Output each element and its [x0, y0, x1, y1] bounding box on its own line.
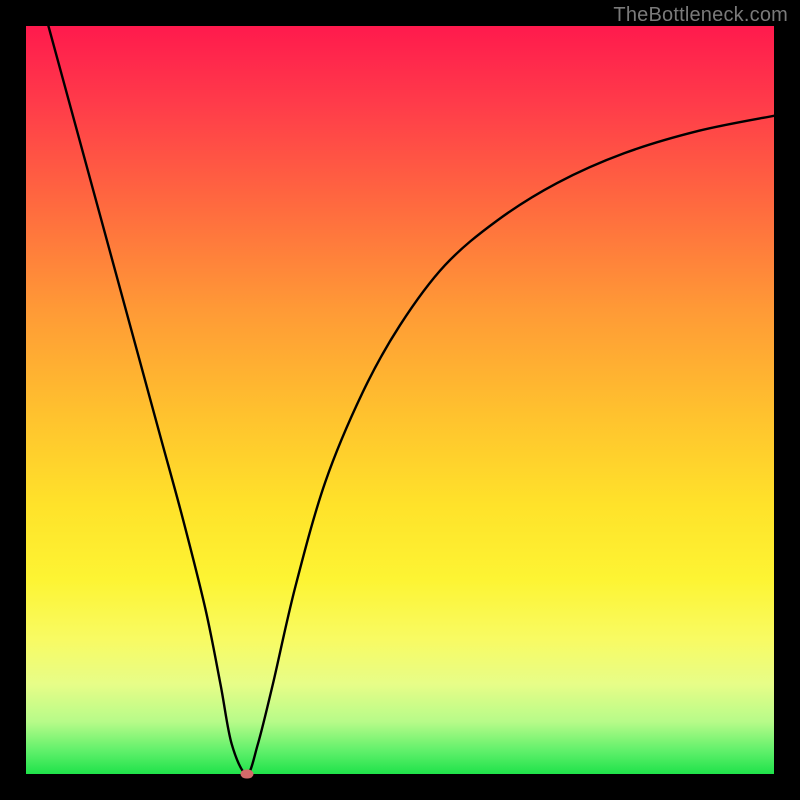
minimum-marker — [240, 770, 253, 779]
bottleneck-curve — [48, 26, 774, 774]
watermark-text: TheBottleneck.com — [613, 4, 788, 27]
plot-area — [26, 26, 774, 774]
chart-frame: TheBottleneck.com — [0, 0, 800, 800]
curve-svg — [26, 26, 774, 774]
